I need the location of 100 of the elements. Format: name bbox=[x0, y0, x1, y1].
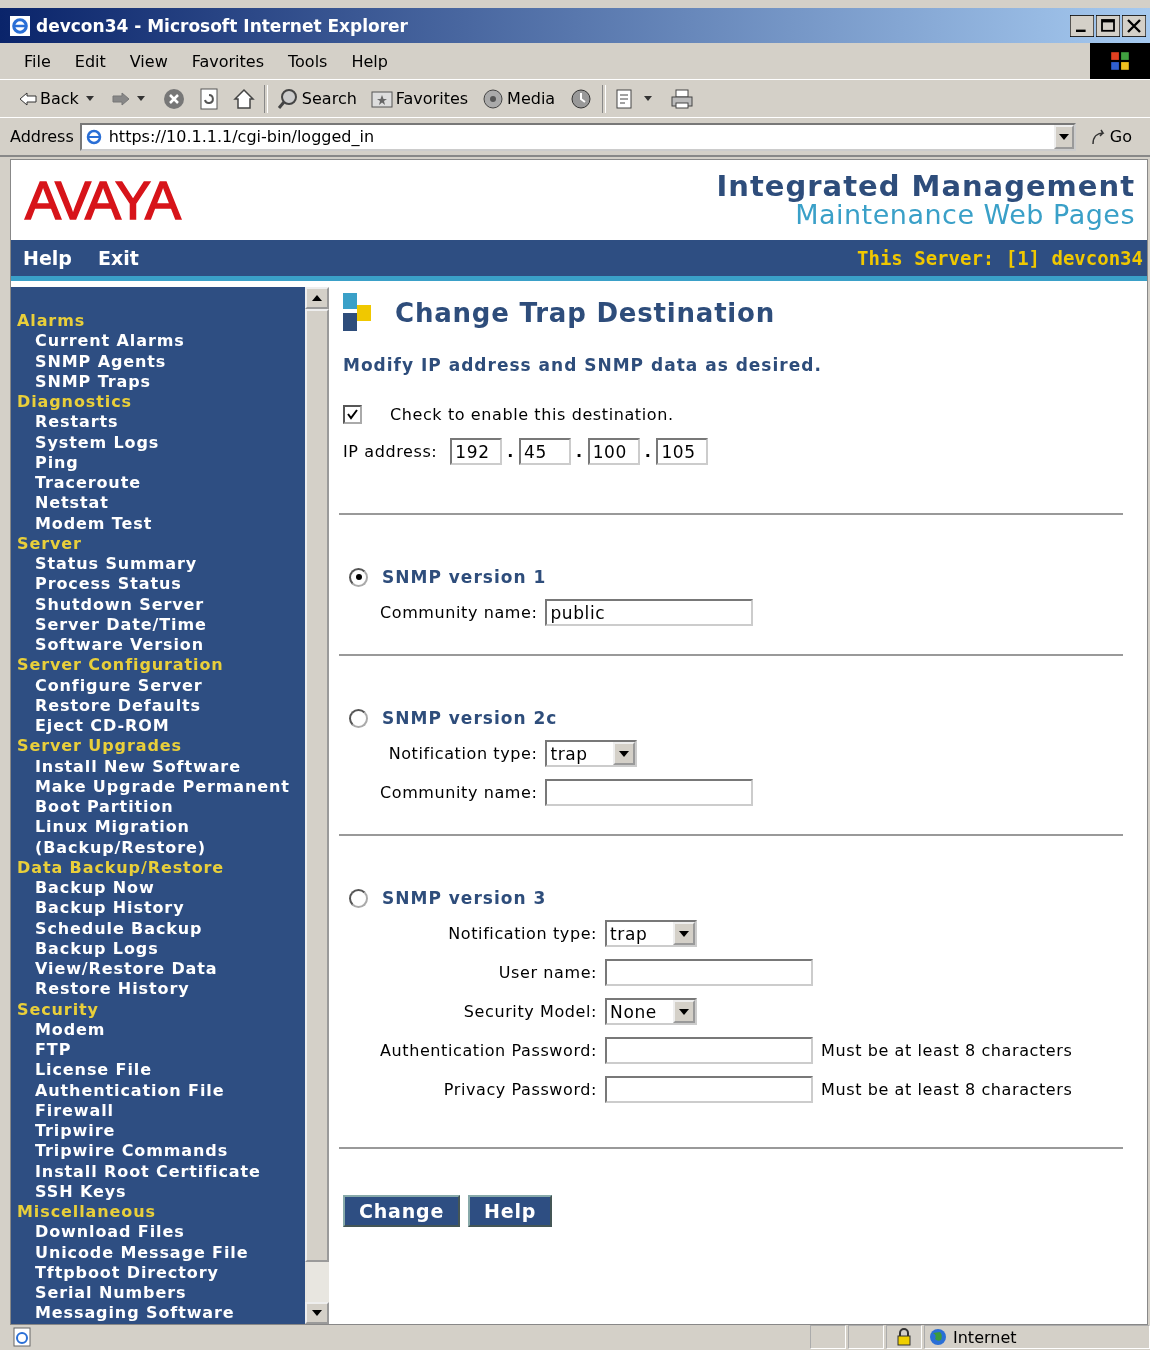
sidebar-item[interactable]: Software Version bbox=[17, 635, 305, 656]
sidebar-item[interactable]: Status Summary bbox=[17, 554, 305, 575]
sidebar-heading[interactable]: Diagnostics bbox=[17, 392, 305, 413]
sidebar-item[interactable]: FTP bbox=[17, 1040, 305, 1061]
sidebar-item[interactable]: Schedule Backup bbox=[17, 918, 305, 939]
field-label: Notification type: bbox=[448, 924, 598, 944]
minimize-icon[interactable] bbox=[1070, 14, 1094, 37]
sidebar-item[interactable]: Restore History bbox=[17, 979, 305, 1000]
sidebar-item[interactable]: Tftpboot Directory bbox=[17, 1262, 305, 1284]
dropdown[interactable]: None bbox=[605, 998, 698, 1026]
menu-item[interactable]: Edit bbox=[62, 51, 118, 71]
menu-item[interactable]: Help bbox=[339, 51, 400, 71]
back-arrow-icon bbox=[19, 91, 37, 106]
sidebar-item[interactable]: SSH Keys bbox=[17, 1181, 305, 1203]
search-icon bbox=[276, 87, 299, 110]
form-button[interactable]: Change bbox=[343, 1195, 461, 1228]
go-button[interactable]: Go bbox=[1081, 127, 1150, 147]
menu-item[interactable]: Favorites bbox=[179, 51, 276, 71]
form-button[interactable]: Help bbox=[468, 1195, 553, 1228]
nav-link[interactable]: Exit bbox=[97, 247, 165, 270]
sidebar-item[interactable]: Authentication File bbox=[17, 1080, 305, 1101]
sidebar-heading[interactable]: Alarms bbox=[17, 311, 305, 332]
sidebar-item[interactable]: Backup Logs bbox=[17, 938, 305, 960]
sidebar-item[interactable]: Process Status bbox=[17, 574, 305, 595]
sidebar-item[interactable]: Modem bbox=[17, 1019, 305, 1041]
media-button[interactable]: Media bbox=[477, 87, 561, 110]
checkmark-icon bbox=[346, 408, 359, 422]
ip-octet-field[interactable]: 105 bbox=[656, 438, 709, 466]
site-title: Integrated Management bbox=[716, 170, 1135, 202]
menu-item[interactable]: View bbox=[117, 51, 180, 71]
text-field[interactable] bbox=[605, 959, 814, 987]
sidebar-item[interactable]: Eject CD-ROM bbox=[17, 716, 305, 737]
windows-logo-icon bbox=[1090, 43, 1150, 80]
sidebar-item[interactable]: Linux Migration (Backup/Restore) bbox=[17, 817, 305, 858]
dropdown[interactable]: trap bbox=[545, 740, 638, 768]
nav-link[interactable]: Help bbox=[23, 247, 98, 270]
dropdown[interactable]: trap bbox=[605, 920, 698, 948]
sidebar-item[interactable]: Server Date/Time bbox=[17, 614, 305, 636]
sidebar-item[interactable]: Install New Software bbox=[17, 756, 305, 777]
sidebar-item[interactable]: Install Root Certificate bbox=[17, 1161, 305, 1182]
menu-item[interactable]: Tools bbox=[276, 51, 340, 71]
sidebar-item[interactable]: View/Restore Data bbox=[17, 959, 305, 980]
sidebar-item[interactable]: Restarts bbox=[17, 412, 305, 433]
sidebar-heading[interactable]: Server bbox=[17, 533, 305, 555]
sidebar-item[interactable]: Messaging Software bbox=[17, 1303, 305, 1324]
sidebar-item[interactable]: Traceroute bbox=[17, 473, 305, 494]
field-label: User name: bbox=[498, 963, 598, 983]
ip-octet-field[interactable]: 192 bbox=[450, 438, 503, 466]
ip-octet-field[interactable]: 100 bbox=[587, 438, 640, 466]
sidebar-heading[interactable]: Security bbox=[17, 999, 305, 1020]
version-radio[interactable] bbox=[349, 567, 368, 587]
sidebar-item[interactable]: Tripwire Commands bbox=[17, 1141, 305, 1162]
sidebar-item[interactable]: SNMP Traps bbox=[17, 371, 305, 393]
sidebar-item[interactable]: Boot Partition bbox=[17, 797, 305, 818]
scrollbar[interactable] bbox=[305, 287, 329, 1324]
sidebar-item[interactable]: Configure Server bbox=[17, 675, 305, 696]
enable-checkbox[interactable] bbox=[343, 405, 362, 425]
page-icon bbox=[12, 1327, 34, 1348]
sidebar-heading[interactable]: Data Backup/Restore bbox=[17, 857, 305, 879]
version-radio[interactable] bbox=[349, 708, 368, 728]
sidebar-item[interactable]: Netstat bbox=[17, 493, 305, 514]
sidebar-item[interactable]: Unicode Message File bbox=[17, 1242, 305, 1263]
field-label: Notification type: bbox=[388, 744, 538, 764]
sidebar-item[interactable]: License File bbox=[17, 1060, 305, 1081]
favorites-button[interactable]: Favorites bbox=[365, 88, 474, 109]
sidebar-item[interactable]: Serial Numbers bbox=[17, 1283, 305, 1304]
sidebar-heading[interactable]: Miscellaneous bbox=[17, 1202, 305, 1223]
window-title: devcon34 - Microsoft Internet Explorer bbox=[36, 15, 409, 36]
sidebar-item[interactable]: System Logs bbox=[17, 432, 305, 453]
address-field[interactable]: https://10.1.1.1/cgi-bin/logged_in bbox=[79, 122, 1076, 151]
sidebar-heading[interactable]: Server Upgrades bbox=[17, 736, 305, 757]
sidebar-item[interactable]: Backup History bbox=[17, 898, 305, 919]
text-field[interactable] bbox=[545, 779, 754, 807]
maximize-icon[interactable] bbox=[1096, 14, 1120, 37]
instruction-text: Modify IP address and SNMP data as desired. bbox=[343, 355, 823, 376]
sidebar-item[interactable]: Backup Now bbox=[17, 878, 305, 899]
close-icon[interactable] bbox=[1122, 14, 1146, 37]
ip-octet-field[interactable]: 45 bbox=[519, 438, 571, 466]
sidebar-item[interactable]: Tripwire bbox=[17, 1121, 305, 1142]
sidebar-item[interactable]: SNMP Agents bbox=[17, 351, 305, 372]
text-field[interactable]: public bbox=[545, 599, 754, 627]
version-label: SNMP version 2c bbox=[382, 708, 558, 729]
ip-separator: . bbox=[644, 442, 652, 462]
sidebar-item[interactable]: Download Files bbox=[17, 1222, 305, 1243]
sidebar-item[interactable]: Make Upgrade Permanent bbox=[17, 776, 305, 798]
back-button[interactable]: Back bbox=[14, 89, 103, 109]
sidebar-heading[interactable]: Server Configuration bbox=[17, 655, 305, 676]
text-field[interactable] bbox=[605, 1076, 814, 1104]
forward-arrow-icon bbox=[111, 91, 130, 106]
version-radio[interactable] bbox=[349, 888, 368, 908]
text-field[interactable] bbox=[605, 1037, 814, 1065]
sidebar-item[interactable]: Firewall bbox=[17, 1100, 305, 1122]
sidebar-item[interactable]: Current Alarms bbox=[17, 331, 305, 352]
sidebar-item[interactable]: Restore Defaults bbox=[17, 695, 305, 717]
sidebar-item[interactable]: Shutdown Server bbox=[17, 594, 305, 615]
sidebar-item[interactable]: Modem Test bbox=[17, 513, 305, 534]
hint-text: Must be at least 8 characters bbox=[821, 1041, 1073, 1061]
search-button[interactable]: Search bbox=[271, 87, 362, 110]
menu-item[interactable]: File bbox=[12, 51, 63, 71]
sidebar-item[interactable]: Ping bbox=[17, 452, 305, 474]
